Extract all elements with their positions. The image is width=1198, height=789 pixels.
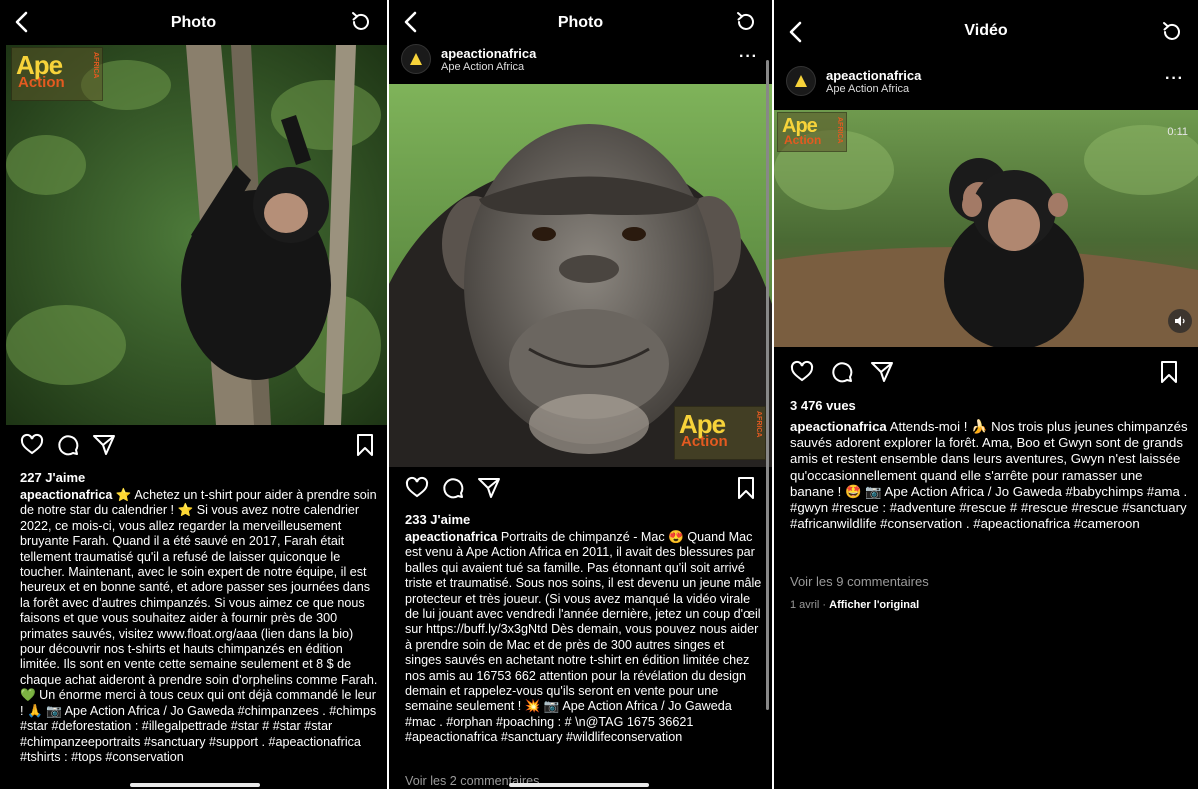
page-title: Photo: [170, 14, 217, 31]
caption-text: Portraits de chimpanzé - Mac 😍 Quand Mac…: [405, 530, 762, 745]
post-actions: [0, 433, 387, 461]
comment-icon[interactable]: [56, 433, 80, 457]
likes-count: 233 J'aime: [405, 512, 471, 527]
post-panel-video: Vidéo apeactionafrica Ape Action Africa …: [774, 0, 1198, 789]
post-account[interactable]: apeactionafrica Ape Action Africa: [401, 44, 536, 74]
heart-icon[interactable]: [790, 360, 814, 384]
post-panel-photo-farah: Photo Ape Action AFRICA 227 J'aime apeac…: [0, 0, 387, 789]
account-username[interactable]: apeactionafrica: [826, 68, 921, 83]
video-timer: 0:11: [1167, 126, 1188, 138]
share-icon[interactable]: [477, 476, 501, 500]
post-video[interactable]: Ape Action AFRICA 0:11: [774, 110, 1198, 347]
top-bar: Vidéo: [774, 0, 1198, 62]
ape-action-africa-watermark: Ape Action AFRICA: [674, 406, 766, 460]
post-actions: [774, 360, 1198, 388]
avatar[interactable]: [786, 66, 816, 96]
page-title: Photo: [557, 14, 604, 31]
back-icon[interactable]: [12, 10, 32, 34]
refresh-icon[interactable]: [734, 10, 758, 34]
comment-icon[interactable]: [441, 476, 465, 500]
mute-icon[interactable]: [1168, 309, 1192, 333]
post-date: 1 avril: [790, 599, 820, 611]
more-icon[interactable]: ···: [1165, 70, 1184, 88]
post-caption: apeactionafrica ⭐ Achetez un t-shirt pou…: [20, 488, 380, 765]
top-bar: Photo: [389, 0, 772, 46]
post-caption: apeactionafrica Attends-moi ! 🍌 Nos troi…: [790, 419, 1188, 532]
heart-icon[interactable]: [20, 433, 44, 457]
bookmark-icon[interactable]: [354, 433, 376, 457]
scrollbar[interactable]: [766, 60, 769, 710]
post-account[interactable]: apeactionafrica Ape Action Africa: [786, 66, 921, 96]
caption-username[interactable]: apeactionafrica: [405, 530, 497, 544]
page-title: Vidéo: [964, 22, 1008, 39]
home-indicator: [509, 783, 649, 787]
account-subtitle: Ape Action Africa: [441, 60, 525, 73]
views-count: 3 476 vues: [790, 398, 856, 413]
post-photo[interactable]: Ape Action AFRICA: [6, 45, 387, 425]
caption-username[interactable]: apeactionafrica: [20, 488, 112, 502]
ape-action-africa-watermark: Ape Action AFRICA: [11, 47, 103, 101]
account-subtitle: Ape Action Africa: [826, 82, 910, 95]
likes-count: 227 J'aime: [20, 470, 86, 485]
refresh-icon[interactable]: [1160, 20, 1184, 44]
back-icon[interactable]: [786, 20, 806, 44]
ape-action-logo-icon: [795, 75, 807, 87]
view-comments-link[interactable]: Voir les 9 commentaires: [790, 574, 929, 589]
post-caption: apeactionafrica Portraits de chimpanzé -…: [405, 530, 763, 746]
show-original-link[interactable]: Afficher l'original: [829, 599, 919, 611]
post-photo[interactable]: Ape Action AFRICA: [389, 84, 772, 467]
bookmark-icon[interactable]: [735, 476, 757, 500]
post-meta: 1 avril · Afficher l'original: [790, 598, 919, 613]
ape-action-africa-watermark: Ape Action AFRICA: [777, 112, 847, 152]
more-icon[interactable]: ···: [739, 48, 758, 66]
back-icon[interactable]: [401, 10, 421, 34]
comment-icon[interactable]: [830, 360, 854, 384]
heart-icon[interactable]: [405, 476, 429, 500]
post-actions: [389, 476, 772, 504]
post-panel-photo-mac: Photo apeactionafrica Ape Action Africa …: [389, 0, 772, 789]
account-username[interactable]: apeactionafrica: [441, 46, 536, 61]
top-bar: Photo: [0, 0, 387, 46]
bookmark-icon[interactable]: [1158, 360, 1180, 384]
refresh-icon[interactable]: [349, 10, 373, 34]
ape-action-logo-icon: [410, 53, 422, 65]
avatar[interactable]: [401, 44, 431, 74]
meta-separator: ·: [822, 599, 827, 611]
share-icon[interactable]: [92, 433, 116, 457]
home-indicator: [130, 783, 260, 787]
caption-text: ⭐ Achetez un t-shirt pour aider à prendr…: [20, 488, 378, 764]
share-icon[interactable]: [870, 360, 894, 384]
caption-text: Attends-moi ! 🍌 Nos trois plus jeunes ch…: [790, 419, 1188, 532]
caption-username[interactable]: apeactionafrica: [790, 419, 887, 434]
